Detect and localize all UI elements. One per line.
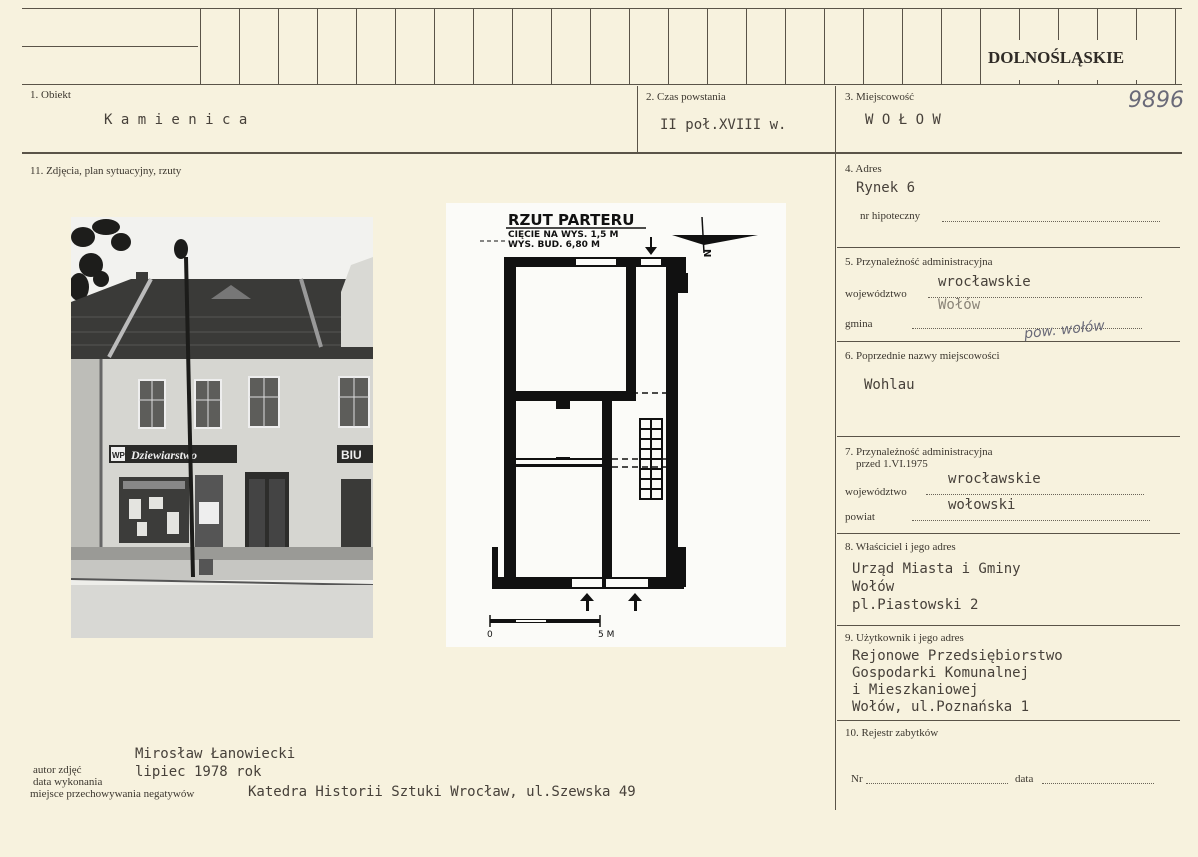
building-photo: WP Dziewiarstwo BIU [71, 217, 373, 638]
przed-label-2: przed 1.VI.1975 [856, 458, 928, 470]
czas-value: II poł.XVIII w. [660, 117, 787, 133]
rejestr-nr-line [866, 783, 1008, 784]
gmina-handwritten: pow. wołów [1023, 317, 1106, 343]
miejsce-label: miejsce przechowywania negatywów [30, 788, 195, 800]
plan-building-height: WYS. BUD. 6,80 M [508, 240, 600, 250]
rejestr-nr-label: Nr [851, 773, 863, 785]
powiat-line [912, 520, 1150, 521]
row1-divider-a [637, 86, 638, 152]
adres-label: 4. Adres [845, 163, 882, 175]
miejscowosc-label: 3. Miejscowość [845, 91, 915, 103]
miejsce-value: Katedra Historii Sztuki Wrocław, ul.Szew… [248, 784, 636, 800]
scale-start: 0 [487, 630, 493, 640]
hipoteczny-line [942, 221, 1160, 222]
uzytkownik-line-2: Gospodarki Komunalnej [852, 665, 1030, 681]
autor-label: autor zdjęć [33, 764, 82, 776]
uzytkownik-line-1: Rejonowe Przedsiębiorstwo [852, 648, 1063, 664]
powiat-label: powiat [845, 511, 875, 523]
floor-plan: RZUT PARTERU CIĘCIE NA WYS. 1,5 M WYS. B… [446, 203, 786, 647]
data-value: lipiec 1978 rok [135, 764, 262, 780]
data-label: data wykonania [33, 776, 103, 788]
staircase [639, 418, 663, 500]
obiekt-label: 1. Obiekt [30, 89, 71, 101]
wlasciciel-label: 8. Właściciel i jego adres [845, 541, 956, 553]
scale-end: 5 M [598, 630, 614, 640]
plan-cut-height: CIĘCIE NA WYS. 1,5 M [508, 230, 619, 240]
plan-north-label: N [701, 249, 712, 257]
shop-sign: Dziewiarstwo [130, 448, 197, 462]
top-left-rule [22, 46, 198, 47]
sep-6 [837, 436, 1180, 437]
rejestr-data-line [1042, 783, 1154, 784]
rejestr-data-label: data [1015, 773, 1034, 785]
rejestr-label: 10. Rejestr zabytków [845, 727, 939, 739]
right-column-divider [835, 154, 836, 810]
adres-value: Rynek 6 [856, 180, 916, 196]
autor-value: Mirosław Łanowiecki [135, 746, 296, 762]
przed-label-1: 7. Przynależność administracyjna [845, 446, 993, 458]
poprzednie-value: Wohlau [864, 377, 915, 393]
floor-plan-drawing: RZUT PARTERU CIĘCIE NA WYS. 1,5 M WYS. B… [480, 211, 758, 640]
sign-small: WP [112, 451, 126, 460]
przynaleznosc-woj-value: wrocławskie [938, 274, 1031, 290]
sign-right: BIU [341, 448, 362, 462]
sep-9 [837, 720, 1180, 721]
record-card: DOLNOŚLĄSKIE 1. Obiekt K a m i e n i c a… [0, 0, 1198, 857]
przed-woj-label: województwo [845, 486, 907, 498]
catalog-number: 9896 [1128, 88, 1184, 113]
sep-5 [837, 341, 1180, 342]
plan-title: RZUT PARTERU [508, 211, 634, 229]
przynaleznosc-woj-label: województwo [845, 288, 907, 300]
sep-7 [837, 533, 1180, 534]
czas-label: 2. Czas powstania [646, 91, 726, 103]
uzytkownik-line-3: i Mieszkaniowej [852, 682, 979, 698]
north-arrow-icon [672, 235, 758, 245]
uzytkownik-label: 9. Użytkownik i jego adres [845, 632, 964, 644]
wlasciciel-line-1: Urząd Miasta i Gminy [852, 561, 1021, 577]
przed-woj-line [926, 494, 1144, 495]
zdjecia-label: 11. Zdjęcia, plan sytuacyjny, rzuty [30, 165, 182, 177]
wlasciciel-line-3: pl.Piastowski 2 [852, 597, 979, 613]
powiat-value: wołowski [948, 497, 1016, 513]
region-stamp: DOLNOŚLĄSKIE [988, 48, 1125, 67]
sep-8 [837, 625, 1180, 626]
przynaleznosc-woj-sub: Wołów [938, 297, 981, 313]
przynaleznosc-label: 5. Przynależność administracyjna [845, 256, 993, 268]
uzytkownik-line-4: Wołów, ul.Poznańska 1 [852, 699, 1030, 715]
row1-divider-b [835, 86, 836, 152]
miejscowosc-value: W O Ł O W [865, 112, 941, 128]
header-rule [22, 84, 1182, 85]
przed-woj-value: wrocławskie [948, 471, 1041, 487]
hipoteczny-label: nr hipoteczny [860, 210, 921, 222]
row1-rule [22, 152, 1182, 154]
building-photo-drawing: WP Dziewiarstwo BIU [71, 217, 373, 638]
poprzednie-label: 6. Poprzednie nazwy miejscowości [845, 350, 1000, 362]
wlasciciel-line-2: Wołów [852, 579, 895, 595]
obiekt-value: K a m i e n i c a [104, 112, 248, 128]
sep-4 [837, 247, 1180, 248]
gmina-label: gmina [845, 318, 873, 330]
